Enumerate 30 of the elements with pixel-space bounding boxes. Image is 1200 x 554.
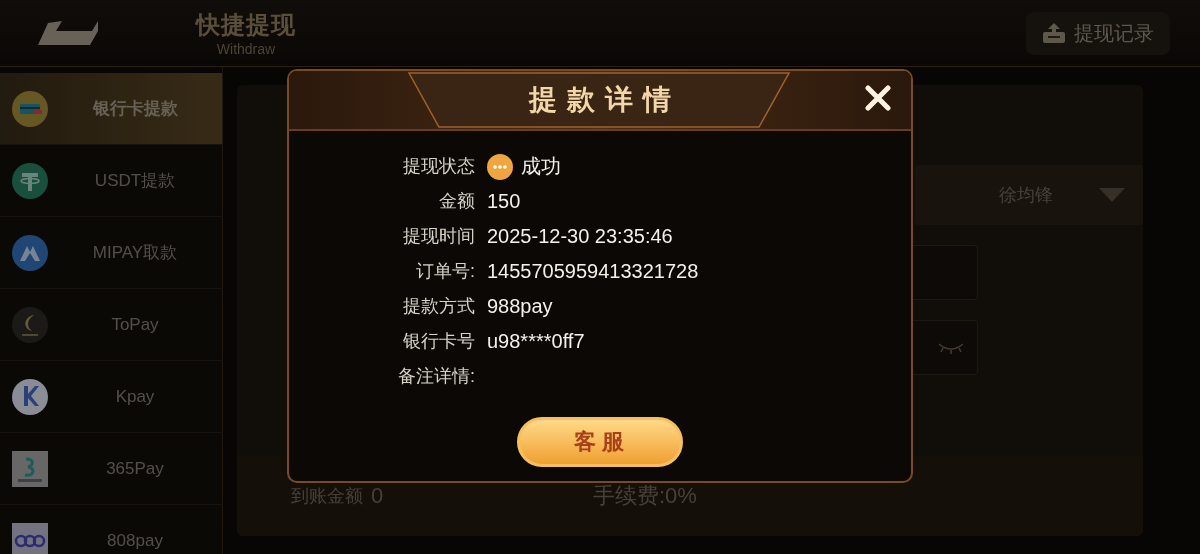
detail-label: 提现时间 bbox=[402, 225, 475, 248]
detail-label: 备注详情: bbox=[397, 365, 475, 388]
detail-value: 1455705959413321728 bbox=[487, 260, 699, 283]
app-logo-icon bbox=[12, 522, 48, 554]
payment-method-tab[interactable]: 银行卡提款 bbox=[0, 73, 222, 145]
detail-value: 150 bbox=[487, 190, 521, 213]
status-text: 成功 bbox=[521, 154, 561, 179]
letter-logo-icon bbox=[12, 378, 48, 415]
page-title: 快捷提现 bbox=[196, 10, 296, 40]
dialog-title: 提款详情 bbox=[527, 83, 681, 117]
detail-label: 订单号: bbox=[415, 260, 475, 283]
mountain-logo-icon bbox=[12, 234, 48, 271]
bank-card-icon bbox=[12, 90, 48, 127]
detail-label: 金额 bbox=[438, 190, 475, 213]
detail-value: u98****0ff7 bbox=[487, 330, 585, 353]
dropdown-caret-icon bbox=[1099, 188, 1125, 202]
detail-label: 银行卡号 bbox=[402, 330, 475, 353]
detail-value: 2025-12-30 23:35:46 bbox=[487, 225, 673, 248]
app-logo-icon bbox=[12, 450, 48, 487]
upload-tray-icon bbox=[1042, 22, 1066, 44]
detail-label: 提现状态 bbox=[402, 155, 475, 178]
close-icon[interactable] bbox=[865, 85, 891, 111]
detail-value: 988pay bbox=[487, 295, 553, 318]
status-icon bbox=[487, 153, 513, 180]
eye-closed-icon bbox=[937, 340, 965, 355]
withdraw-history-button[interactable]: 提现记录 bbox=[1026, 11, 1170, 55]
detail-label: 提款方式 bbox=[402, 295, 475, 318]
page-subtitle: Withdraw bbox=[216, 41, 276, 57]
customer-service-button[interactable]: 客服 bbox=[517, 417, 683, 467]
tether-icon bbox=[12, 162, 48, 199]
